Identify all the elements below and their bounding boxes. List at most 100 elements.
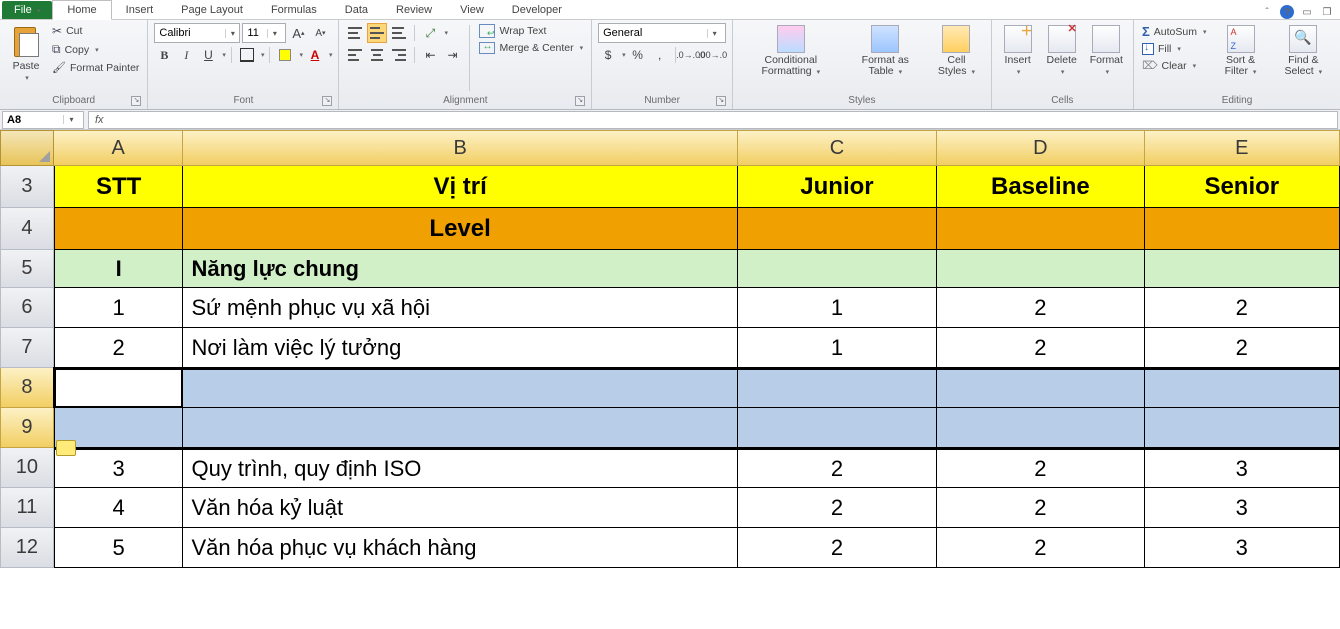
cell-A11[interactable]: 4 (54, 488, 184, 528)
cut-button[interactable]: Cut (50, 23, 141, 39)
cell-A4[interactable] (54, 208, 184, 250)
decrease-decimal-button[interactable]: .00→.0 (703, 45, 723, 65)
paste-options-icon[interactable] (56, 440, 76, 456)
row-header[interactable]: 3 (0, 166, 54, 208)
decrease-indent-button[interactable]: ⇤ (420, 45, 440, 65)
find-select-button[interactable]: Find & Select ▾ (1273, 23, 1334, 80)
comma-format-button[interactable]: , (650, 45, 670, 65)
cell-B7[interactable]: Nơi làm việc lý tưởng (183, 328, 737, 368)
select-all-corner[interactable] (0, 130, 54, 166)
borders-button[interactable] (237, 45, 257, 65)
paste-button[interactable]: Paste▾ (6, 23, 46, 86)
font-size-combo[interactable]: ▾ (242, 23, 286, 43)
conditional-formatting-button[interactable]: Conditional Formatting ▾ (739, 23, 842, 80)
cell-D9[interactable] (937, 408, 1144, 448)
row-header[interactable]: 9 (0, 408, 54, 448)
font-color-button[interactable]: A (305, 45, 325, 65)
cell-C11[interactable]: 2 (738, 488, 937, 528)
tab-page-layout[interactable]: Page Layout (167, 1, 257, 19)
chevron-down-icon[interactable]: ▾ (261, 51, 265, 59)
cell-D4[interactable] (937, 208, 1144, 250)
cell-D12[interactable]: 2 (937, 528, 1144, 568)
cell-A6[interactable]: 1 (54, 288, 184, 328)
tab-home[interactable]: Home (52, 0, 111, 20)
cell-B6[interactable]: Sứ mệnh phục vụ xã hội (183, 288, 737, 328)
font-name-combo[interactable]: ▾ (154, 23, 240, 43)
row-header[interactable]: 4 (0, 208, 54, 250)
cell-E7[interactable]: 2 (1145, 328, 1340, 368)
align-bottom-button[interactable] (389, 23, 409, 43)
cell-E11[interactable]: 3 (1145, 488, 1340, 528)
cell-D7[interactable]: 2 (937, 328, 1144, 368)
cell-E5[interactable] (1145, 250, 1340, 288)
row-header[interactable]: 7 (0, 328, 54, 368)
cell-A5[interactable]: I (54, 250, 184, 288)
chevron-down-icon[interactable]: ▾ (225, 29, 239, 38)
font-size-input[interactable] (243, 27, 267, 39)
cell-E3[interactable]: Senior (1145, 166, 1340, 208)
cell-C3[interactable]: Junior (738, 166, 937, 208)
number-format-input[interactable] (599, 27, 707, 39)
percent-format-button[interactable]: % (628, 45, 648, 65)
increase-indent-button[interactable]: ⇥ (442, 45, 462, 65)
cell-C7[interactable]: 1 (738, 328, 937, 368)
name-box[interactable]: ▾ (2, 111, 84, 129)
align-right-button[interactable] (389, 45, 409, 65)
grow-font-button[interactable]: A▴ (288, 23, 308, 43)
tab-insert[interactable]: Insert (112, 1, 168, 19)
column-header-C[interactable]: C (738, 130, 937, 166)
row-header[interactable]: 6 (0, 288, 54, 328)
cell-B8[interactable] (183, 368, 737, 408)
cell-B4[interactable]: Level (183, 208, 737, 250)
orientation-button[interactable]: ⤢ (420, 23, 440, 43)
chevron-down-icon[interactable]: ▾ (444, 29, 448, 37)
cell-B9[interactable] (183, 408, 737, 448)
align-center-button[interactable] (367, 45, 387, 65)
help-icon[interactable]: ? (1280, 5, 1294, 19)
chevron-down-icon[interactable]: ▾ (622, 51, 626, 59)
row-header[interactable]: 8 (0, 368, 54, 408)
chevron-down-icon[interactable]: ▾ (63, 115, 79, 124)
tab-developer[interactable]: Developer (498, 1, 576, 19)
underline-button[interactable]: U (198, 45, 218, 65)
wrap-text-button[interactable]: Wrap Text (477, 23, 585, 39)
cell-B10[interactable]: Quy trình, quy định ISO (183, 448, 737, 488)
autosum-button[interactable]: AutoSum ▾ (1140, 23, 1209, 40)
chevron-down-icon[interactable]: ▾ (329, 51, 333, 59)
row-header[interactable]: 5 (0, 250, 54, 288)
italic-button[interactable]: I (176, 45, 196, 65)
format-cells-button[interactable]: Format▾ (1086, 23, 1127, 80)
row-header[interactable]: 11 (0, 488, 54, 528)
restore-icon[interactable]: ❐ (1320, 5, 1334, 19)
column-header-B[interactable]: B (183, 130, 737, 166)
sort-filter-button[interactable]: Sort & Filter ▾ (1212, 23, 1268, 80)
insert-cells-button[interactable]: Insert▾ (998, 23, 1038, 80)
cell-D11[interactable]: 2 (937, 488, 1144, 528)
fill-color-button[interactable] (275, 45, 295, 65)
cell-C8[interactable] (738, 368, 937, 408)
tab-data[interactable]: Data (331, 1, 382, 19)
cell-styles-button[interactable]: Cell Styles ▾ (928, 23, 984, 80)
clear-button[interactable]: Clear ▾ (1140, 58, 1209, 73)
name-box-input[interactable] (3, 114, 63, 126)
number-launcher[interactable]: ↘ (716, 96, 726, 106)
tab-view[interactable]: View (446, 1, 498, 19)
clipboard-launcher[interactable]: ↘ (131, 96, 141, 106)
align-middle-button[interactable] (367, 23, 387, 43)
cell-E9[interactable] (1145, 408, 1340, 448)
number-format-combo[interactable]: ▾ (598, 23, 726, 43)
cell-C12[interactable]: 2 (738, 528, 937, 568)
font-name-input[interactable] (155, 27, 225, 39)
shrink-font-button[interactable]: A▾ (310, 23, 330, 43)
cell-E10[interactable]: 3 (1145, 448, 1340, 488)
cell-D10[interactable]: 2 (937, 448, 1144, 488)
cell-C6[interactable]: 1 (738, 288, 937, 328)
cell-D5[interactable] (937, 250, 1144, 288)
cell-E12[interactable]: 3 (1145, 528, 1340, 568)
tab-review[interactable]: Review (382, 1, 446, 19)
cell-E6[interactable]: 2 (1145, 288, 1340, 328)
font-launcher[interactable]: ↘ (322, 96, 332, 106)
cell-B3[interactable]: Vị trí (183, 166, 737, 208)
cell-A3[interactable]: STT (54, 166, 184, 208)
cell-A8[interactable] (54, 368, 184, 408)
